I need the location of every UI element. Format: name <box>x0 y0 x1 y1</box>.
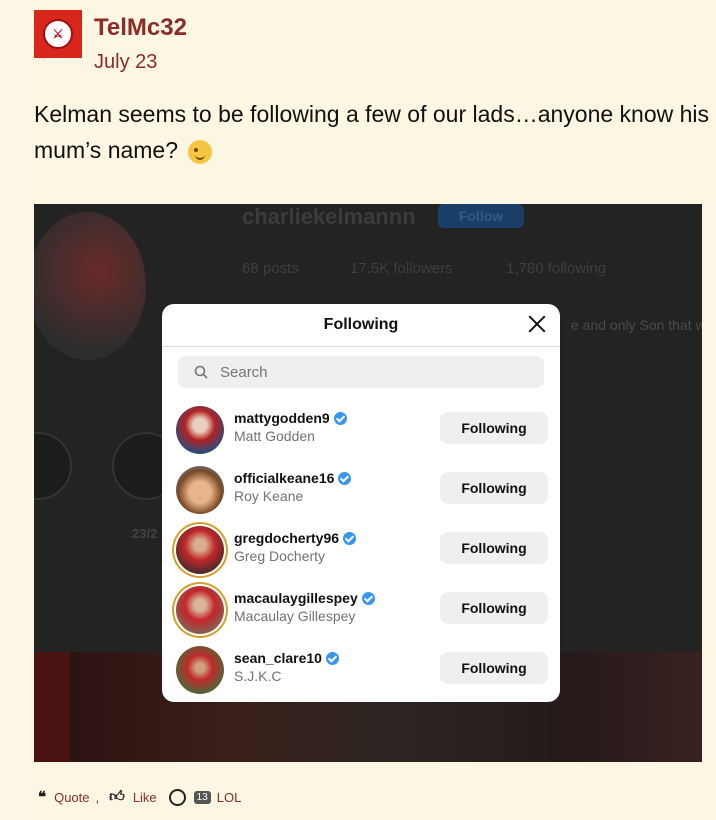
avatar[interactable] <box>176 526 224 574</box>
wink-emoji-icon <box>188 139 213 164</box>
avatar[interactable] <box>176 646 224 694</box>
following-button[interactable]: Following <box>440 532 548 564</box>
post-actions: ❝ Quote , 👍︎ Like 13 LOL <box>38 788 241 806</box>
verified-badge-icon <box>338 471 352 485</box>
account-full-name: Macaulay Gillespey <box>234 608 356 624</box>
user-avatar[interactable]: ⚔ <box>34 10 82 58</box>
reaction-count: 13 <box>193 790 211 804</box>
avatar[interactable] <box>176 466 224 514</box>
club-crest-icon: ⚔ <box>43 19 73 49</box>
search-icon <box>194 365 208 379</box>
profile-handle: charliekelmannn <box>242 204 416 229</box>
embedded-screenshot: charliekelmannn Follow 68 posts 17.5K fo… <box>34 204 702 762</box>
list-item[interactable]: sean_clare10 S.J.K.C Following <box>176 642 548 702</box>
verified-badge-icon <box>361 591 375 605</box>
account-username[interactable]: macaulaygillespey <box>234 590 375 606</box>
highlight-date: 23/2 <box>132 526 158 541</box>
account-username[interactable]: mattygodden9 <box>234 410 347 426</box>
search-box[interactable] <box>178 356 544 388</box>
account-username[interactable]: gregdocherty96 <box>234 530 357 546</box>
following-button[interactable]: Following <box>440 652 548 684</box>
following-dialog: Following mattygodden9 Matt Godden Follo… <box>162 304 560 702</box>
list-item[interactable]: macaulaygillespey Macaulay Gillespey Fol… <box>176 582 548 642</box>
posts-count: 68 posts <box>242 260 299 277</box>
like-button[interactable]: Like <box>133 790 157 805</box>
post-date[interactable]: July 23 <box>94 51 157 74</box>
dialog-header: Following <box>162 304 560 347</box>
post-text: Kelman seems to be following a few of ou… <box>34 96 714 168</box>
list-item[interactable]: gregdocherty96 Greg Docherty Following <box>176 522 548 582</box>
lol-reaction[interactable]: LOL <box>217 790 242 805</box>
avatar[interactable] <box>176 586 224 634</box>
profile-picture <box>34 212 146 360</box>
account-username[interactable]: officialkeane16 <box>234 470 352 486</box>
profile-bio: e and only Son that w <box>571 317 702 333</box>
search-input[interactable] <box>218 362 522 382</box>
verified-badge-icon <box>333 411 347 425</box>
list-item[interactable]: officialkeane16 Roy Keane Following <box>176 462 548 522</box>
forum-post: ⚔ TelMc32 July 23 Kelman seems to be fol… <box>24 0 716 820</box>
quote-button[interactable]: Quote <box>54 790 89 805</box>
quote-icon: ❝ <box>38 789 47 806</box>
username-text: gregdocherty96 <box>234 530 340 546</box>
close-icon[interactable] <box>526 313 548 335</box>
verified-badge-icon <box>343 531 357 545</box>
following-button[interactable]: Following <box>440 592 548 624</box>
profile-follow-button: Follow <box>438 204 524 228</box>
posts-grid-tile <box>34 652 70 762</box>
list-item[interactable]: mattygodden9 Matt Godden Following <box>176 402 548 462</box>
following-button[interactable]: Following <box>440 412 548 444</box>
following-count: 1,780 following <box>506 260 607 277</box>
post-username[interactable]: TelMc32 <box>94 14 187 42</box>
separator: , <box>95 789 100 805</box>
account-full-name: Matt Godden <box>234 428 315 444</box>
username-text: macaulaygillespey <box>234 590 358 606</box>
verified-badge-icon <box>325 651 339 665</box>
highlight-circle <box>34 432 72 500</box>
account-full-name: Roy Keane <box>234 488 304 504</box>
account-username[interactable]: sean_clare10 <box>234 650 339 666</box>
laugh-icon <box>168 788 186 806</box>
followers-count: 17.5K followers <box>350 260 453 277</box>
username-text: mattygodden9 <box>234 410 330 426</box>
dialog-title: Following <box>323 316 399 333</box>
account-full-name: S.J.K.C <box>234 668 282 684</box>
following-button[interactable]: Following <box>440 472 548 504</box>
account-full-name: Greg Docherty <box>234 548 326 564</box>
thumbs-up-icon: 👍︎ <box>109 788 125 805</box>
post-body: Kelman seems to be following a few of ou… <box>34 101 710 163</box>
username-text: sean_clare10 <box>234 650 322 666</box>
username-text: officialkeane16 <box>234 470 335 486</box>
avatar[interactable] <box>176 406 224 454</box>
